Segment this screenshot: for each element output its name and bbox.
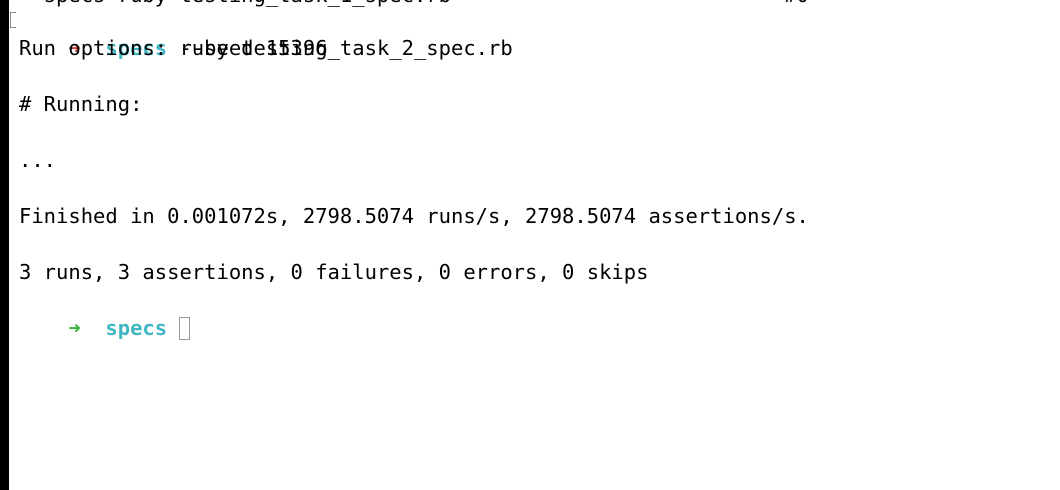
line-marker-icon (10, 12, 16, 28)
test-summary-line: 3 runs, 3 assertions, 0 failures, 0 erro… (19, 260, 649, 284)
terminal-output[interactable]: → specs ruby testing_task_1_spec.rb #0 =… (10, 0, 1049, 490)
test-progress-dots: ... (19, 148, 57, 172)
run-options-line: Run options: --seed 15396 (19, 36, 328, 60)
prompt-line-previous-command: ➜ specs ruby testing_task_2_spec.rb (10, 6, 513, 60)
running-header-line: # Running: (19, 92, 143, 116)
text-cursor (179, 317, 191, 340)
success-status-arrow-icon: ➜ (68, 316, 81, 340)
current-directory: specs (105, 316, 168, 340)
prompt-line-current[interactable]: ➜ specs (19, 286, 191, 340)
finished-timing-line: Finished in 0.001072s, 2798.5074 runs/s,… (19, 204, 809, 228)
window-left-edge (0, 0, 9, 490)
